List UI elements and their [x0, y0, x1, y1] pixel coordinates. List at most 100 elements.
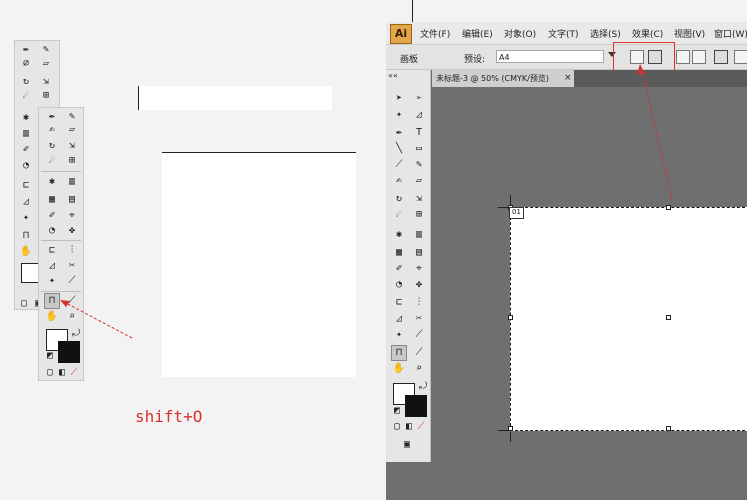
delete-artboard-icon[interactable] — [692, 50, 706, 64]
eyedropper-icon[interactable]: ✐ — [392, 262, 406, 276]
artboard-tool-icon[interactable]: ⊓ — [391, 345, 407, 361]
column-graph-icon[interactable]: ▥ — [412, 228, 426, 242]
lasso-icon[interactable]: ◿ — [45, 259, 59, 273]
default-colors-icon[interactable]: ◩ — [43, 349, 57, 363]
mesh-icon[interactable]: ▦ — [45, 193, 59, 207]
slice-select-icon[interactable]: ⟋ — [412, 346, 426, 360]
none-mode-icon[interactable]: ⟋ — [67, 366, 81, 380]
eraser-icon[interactable]: ▱ — [65, 123, 79, 137]
free-transform-icon[interactable]: ⊞ — [39, 89, 53, 103]
ruler-icon[interactable]: ⟋ — [412, 328, 426, 342]
menu-object[interactable]: 对象(O) — [504, 27, 536, 40]
free-transform-icon[interactable]: ⊞ — [412, 208, 426, 222]
ruler-icon[interactable]: ⟋ — [65, 274, 79, 288]
slice-icon[interactable]: ⊏ — [19, 179, 33, 193]
symbol-sprayer-icon[interactable]: ✱ — [19, 111, 33, 125]
eyedropper-icon[interactable]: ✐ — [45, 209, 59, 223]
blend-icon[interactable]: ◔ — [45, 224, 59, 238]
magic-wand-icon[interactable]: ✦ — [19, 211, 33, 225]
brush-icon[interactable]: ⟋ — [392, 158, 406, 172]
pencil-icon[interactable]: ✎ — [65, 110, 79, 124]
scale-icon[interactable]: ⇲ — [412, 192, 426, 206]
tab-document[interactable]: 未标题-3 @ 50% (CMYK/预览) — [432, 70, 574, 87]
blend-icon[interactable]: ◔ — [392, 278, 406, 292]
pencil-icon[interactable]: ✎ — [39, 43, 53, 57]
warp-icon[interactable]: ☄ — [19, 89, 33, 103]
menu-view[interactable]: 视图(V) — [674, 27, 705, 40]
pencil-icon[interactable]: ✎ — [412, 158, 426, 172]
gradient-icon[interactable]: ▤ — [65, 193, 79, 207]
rotate-icon[interactable]: ↻ — [45, 139, 59, 153]
menu-file[interactable]: 文件(F) — [420, 27, 450, 40]
graph-icon[interactable]: ▥ — [19, 127, 33, 141]
preset-select[interactable]: A4 — [496, 50, 604, 63]
measure-icon[interactable]: ⌖ — [412, 262, 426, 276]
show-center-mark-icon[interactable] — [714, 50, 728, 64]
screen-mode-icon[interactable]: ▣ — [400, 438, 414, 452]
hand-icon[interactable]: ✋ — [19, 245, 33, 259]
magic-wand-icon[interactable]: ✦ — [392, 328, 406, 342]
artboard-tool-icon[interactable]: ⊓ — [19, 229, 33, 243]
rectangle-icon[interactable]: ▭ — [412, 142, 426, 156]
artboard[interactable] — [508, 205, 747, 431]
menu-type[interactable]: 文字(T) — [548, 27, 579, 40]
scissors-icon[interactable]: ✂ — [65, 259, 79, 273]
column-graph-icon[interactable]: ▥ — [65, 175, 79, 189]
pen-icon[interactable]: ✒ — [392, 126, 406, 140]
measure-icon[interactable]: ⌖ — [65, 209, 79, 223]
slice-icon[interactable]: ⊏ — [45, 244, 59, 258]
scissors-icon[interactable]: ✂ — [412, 312, 426, 326]
normal-mode-icon[interactable]: ▢ — [17, 297, 31, 311]
warp-icon[interactable]: ☄ — [392, 208, 406, 222]
live-paint-icon[interactable]: ✤ — [65, 224, 79, 238]
resize-handle-bottom[interactable] — [666, 426, 671, 431]
line-icon[interactable]: ╲ — [392, 142, 406, 156]
center-mark[interactable] — [666, 315, 671, 320]
scale-icon[interactable]: ⇲ — [39, 75, 53, 89]
resize-handle-top[interactable] — [666, 205, 671, 210]
type-icon[interactable]: T — [412, 126, 426, 140]
mesh-icon[interactable]: ▦ — [392, 246, 406, 260]
slice-icon[interactable]: ⊏ — [392, 296, 406, 310]
blob-brush-icon[interactable]: ✍ — [45, 123, 59, 137]
lasso-icon[interactable]: ◿ — [19, 195, 33, 209]
symbol-sprayer-icon[interactable]: ✱ — [392, 228, 406, 242]
zoom-icon[interactable]: ⌕ — [412, 362, 426, 376]
magic-wand-icon[interactable]: ✦ — [392, 108, 406, 122]
warp-icon[interactable]: ☄ — [45, 154, 59, 168]
menu-effect[interactable]: 效果(C) — [632, 27, 663, 40]
knife-icon[interactable]: ⫶ — [412, 296, 426, 310]
eyedropper-icon[interactable]: ✐ — [19, 143, 33, 157]
rotate-icon[interactable]: ↻ — [19, 75, 33, 89]
blob-brush-icon[interactable]: ✍ — [392, 174, 406, 188]
lasso-icon[interactable]: ◿ — [412, 108, 426, 122]
menu-edit[interactable]: 编辑(E) — [462, 27, 493, 40]
none-mode-icon[interactable]: ⟋ — [414, 420, 428, 434]
show-crosshairs-icon[interactable] — [734, 50, 747, 64]
live-paint-icon[interactable]: ✤ — [412, 278, 426, 292]
lasso-icon[interactable]: ◿ — [392, 312, 406, 326]
rotate-icon[interactable]: ↻ — [392, 192, 406, 206]
eraser-icon[interactable]: ▱ — [412, 174, 426, 188]
symbol-sprayer-icon[interactable]: ✱ — [45, 175, 59, 189]
gradient-icon[interactable]: ▤ — [412, 246, 426, 260]
resize-handle-left[interactable] — [508, 315, 513, 320]
swap-colors-icon[interactable]: ⤾ — [416, 380, 430, 394]
knife-icon[interactable]: ⫶ — [65, 244, 79, 258]
pen-icon[interactable]: ✒ — [45, 110, 59, 124]
pen-icon[interactable]: ✒ — [19, 43, 33, 57]
direct-selection-icon[interactable]: ➢ — [412, 92, 426, 106]
menu-select[interactable]: 选择(S) — [590, 27, 621, 40]
stroke-swatch[interactable] — [405, 395, 427, 417]
selection-icon[interactable]: ➤ — [392, 92, 406, 106]
magic-wand-icon[interactable]: ✦ — [45, 274, 59, 288]
close-icon[interactable]: × — [564, 70, 572, 87]
default-colors-icon[interactable]: ◩ — [390, 404, 404, 418]
blend-icon[interactable]: ◔ — [19, 159, 33, 173]
brush-icon[interactable]: ⌀ — [19, 57, 33, 71]
scale-icon[interactable]: ⇲ — [65, 139, 79, 153]
stroke-swatch[interactable] — [58, 341, 80, 363]
menu-window[interactable]: 窗口(W) — [714, 27, 747, 40]
resize-handle-bl[interactable] — [508, 426, 513, 431]
eraser-icon[interactable]: ▱ — [39, 57, 53, 71]
